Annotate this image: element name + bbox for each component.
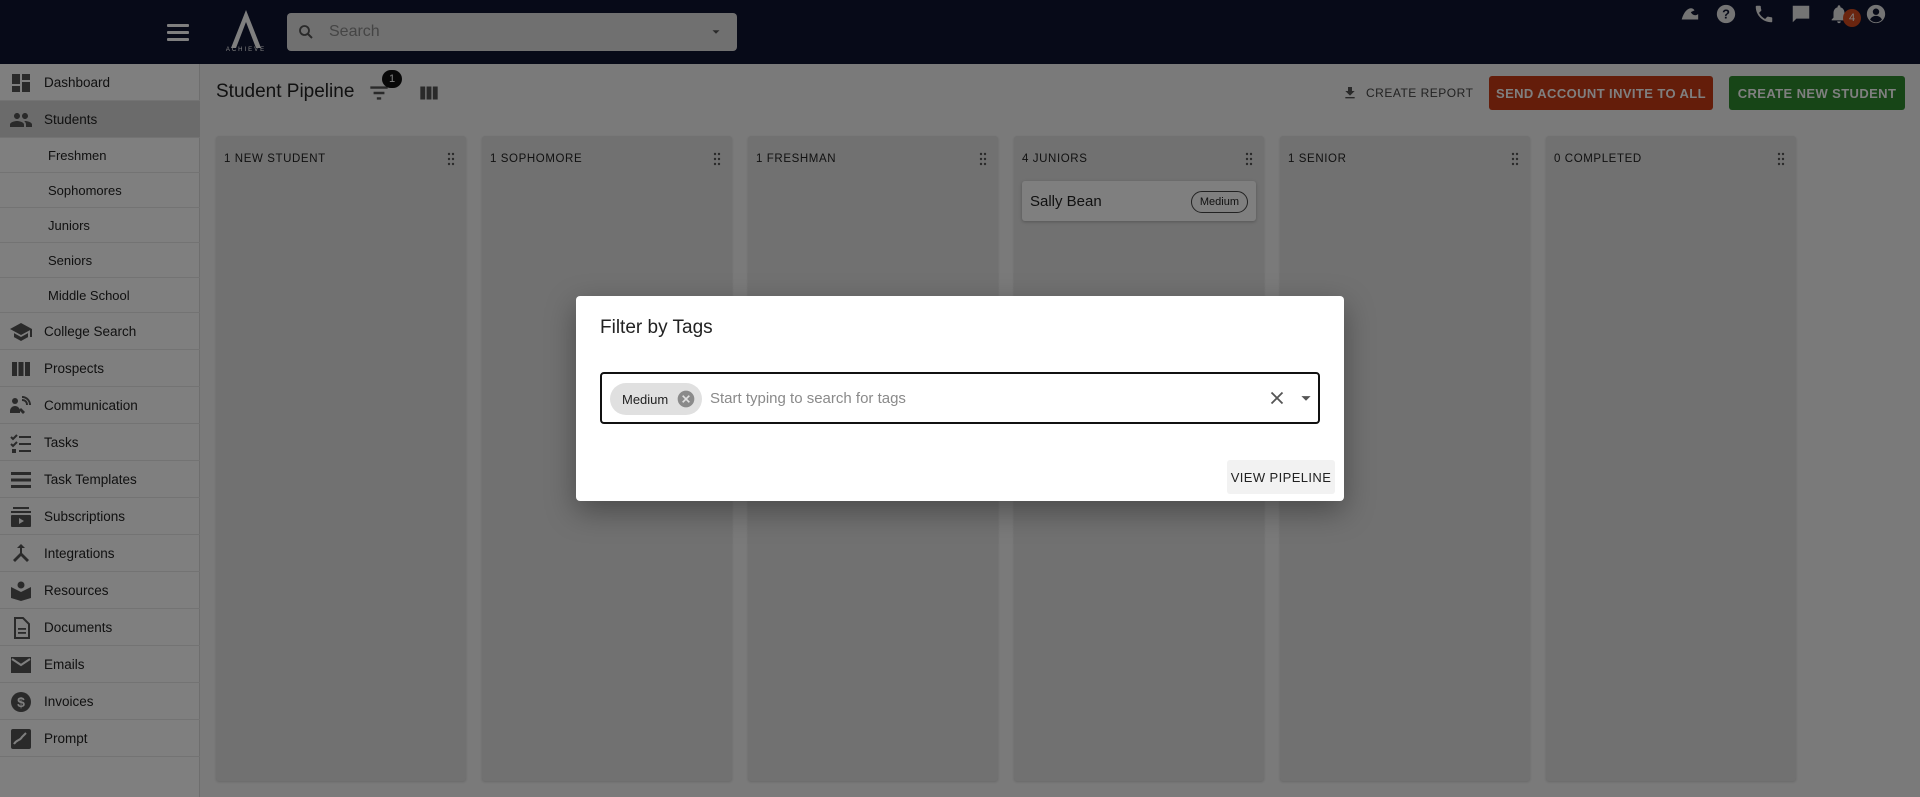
tag-autocomplete[interactable]: Medium bbox=[600, 372, 1320, 424]
tag-search-input[interactable] bbox=[710, 374, 1250, 422]
view-pipeline-button[interactable]: VIEW PIPELINE bbox=[1227, 460, 1335, 494]
caret-down-icon[interactable] bbox=[1295, 387, 1317, 409]
filter-by-tags-dialog: Filter by Tags Medium VIEW PIPELINE bbox=[576, 296, 1344, 501]
selected-tag-chip[interactable]: Medium bbox=[610, 383, 703, 415]
dialog-title: Filter by Tags bbox=[600, 317, 713, 338]
remove-tag-icon[interactable] bbox=[676, 389, 696, 409]
chip-label: Medium bbox=[622, 391, 669, 407]
clear-icon[interactable] bbox=[1266, 387, 1288, 409]
